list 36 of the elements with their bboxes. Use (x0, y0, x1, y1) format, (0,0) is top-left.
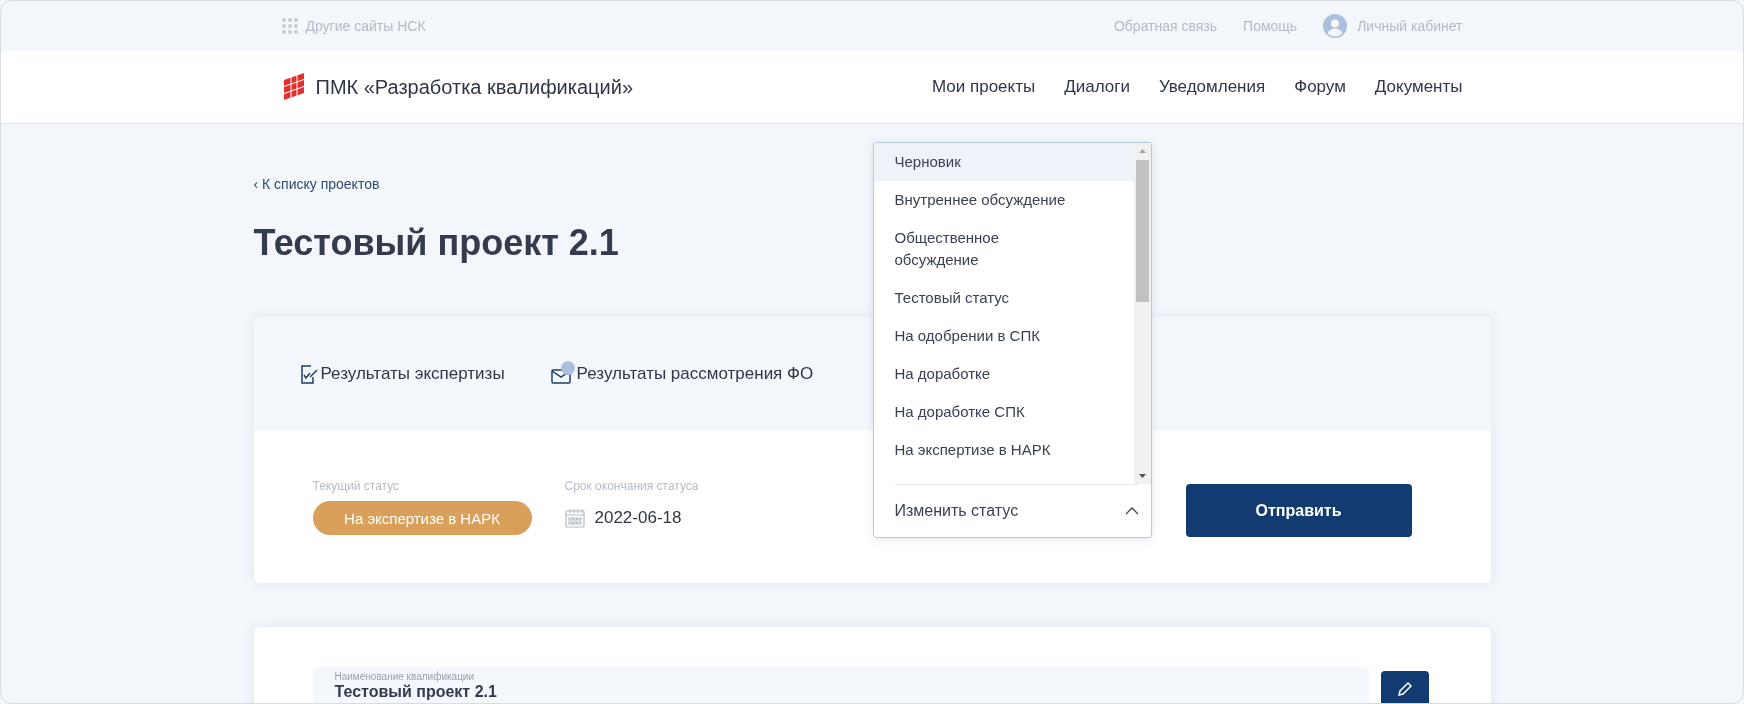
status-option[interactable]: Тестовый статус (873, 279, 1134, 317)
send-button[interactable]: Отправить (1185, 484, 1412, 537)
status-option[interactable]: На одобрении в СПК (873, 317, 1134, 355)
deadline-date: 2022-06-18 (594, 508, 682, 528)
logo-icon (281, 72, 306, 102)
status-option[interactable]: Общественное обсуждение (873, 219, 1134, 279)
calendar-icon (564, 508, 585, 528)
status-option[interactable]: Внутреннее обсуждение (873, 181, 1134, 219)
results-tab[interactable]: Результаты рассмотрения ФО (550, 364, 814, 384)
grid-icon (281, 18, 298, 34)
page-title: Тестовый проект 2.1 (253, 221, 619, 265)
envelope-icon (550, 369, 571, 384)
qualification-name-field[interactable]: Наименование квалификации Тестовый проект 2.1 (312, 667, 1369, 703)
nav-link[interactable]: Диалоги (1064, 77, 1130, 97)
app-title: ПМК «Разработка квалификаций» (315, 75, 633, 99)
pencil-icon (1395, 680, 1414, 698)
field-label: Текущий статус (312, 479, 401, 493)
scrollbar[interactable] (1133, 143, 1151, 484)
field-label: Срок окончания статуса (564, 479, 699, 493)
nav-link[interactable]: Форум (1294, 77, 1346, 97)
status-dropdown[interactable]: Черновик Внутреннее обсуждение Общественное обсуждение Тестовый статус На одобрении в СПК На доработке На доработке СПК На экспертизе в НАРК Изменить статус (872, 142, 1152, 538)
status-option[interactable]: На доработке (873, 355, 1134, 393)
status-option[interactable]: На доработке СПК (873, 393, 1134, 431)
select-label: Изменить статус (894, 502, 1019, 520)
back-link[interactable]: ‹ К списку проектов (253, 176, 380, 192)
nav-link[interactable]: Уведомления (1158, 77, 1266, 97)
results-tab[interactable]: Результаты экспертизы (298, 364, 505, 384)
nav-link[interactable]: Мои проекты (931, 77, 1036, 97)
nav-link[interactable]: Документы (1374, 77, 1463, 97)
status-option[interactable]: Черновик (873, 143, 1134, 181)
status-badge: На экспертизе в НАРК (312, 501, 532, 535)
chevron-up-icon (1124, 507, 1139, 515)
document-check-icon (298, 364, 319, 384)
status-option[interactable]: На экспертизе в НАРК (873, 431, 1134, 469)
edit-button[interactable] (1380, 671, 1429, 703)
user-avatar-icon (1323, 14, 1348, 38)
